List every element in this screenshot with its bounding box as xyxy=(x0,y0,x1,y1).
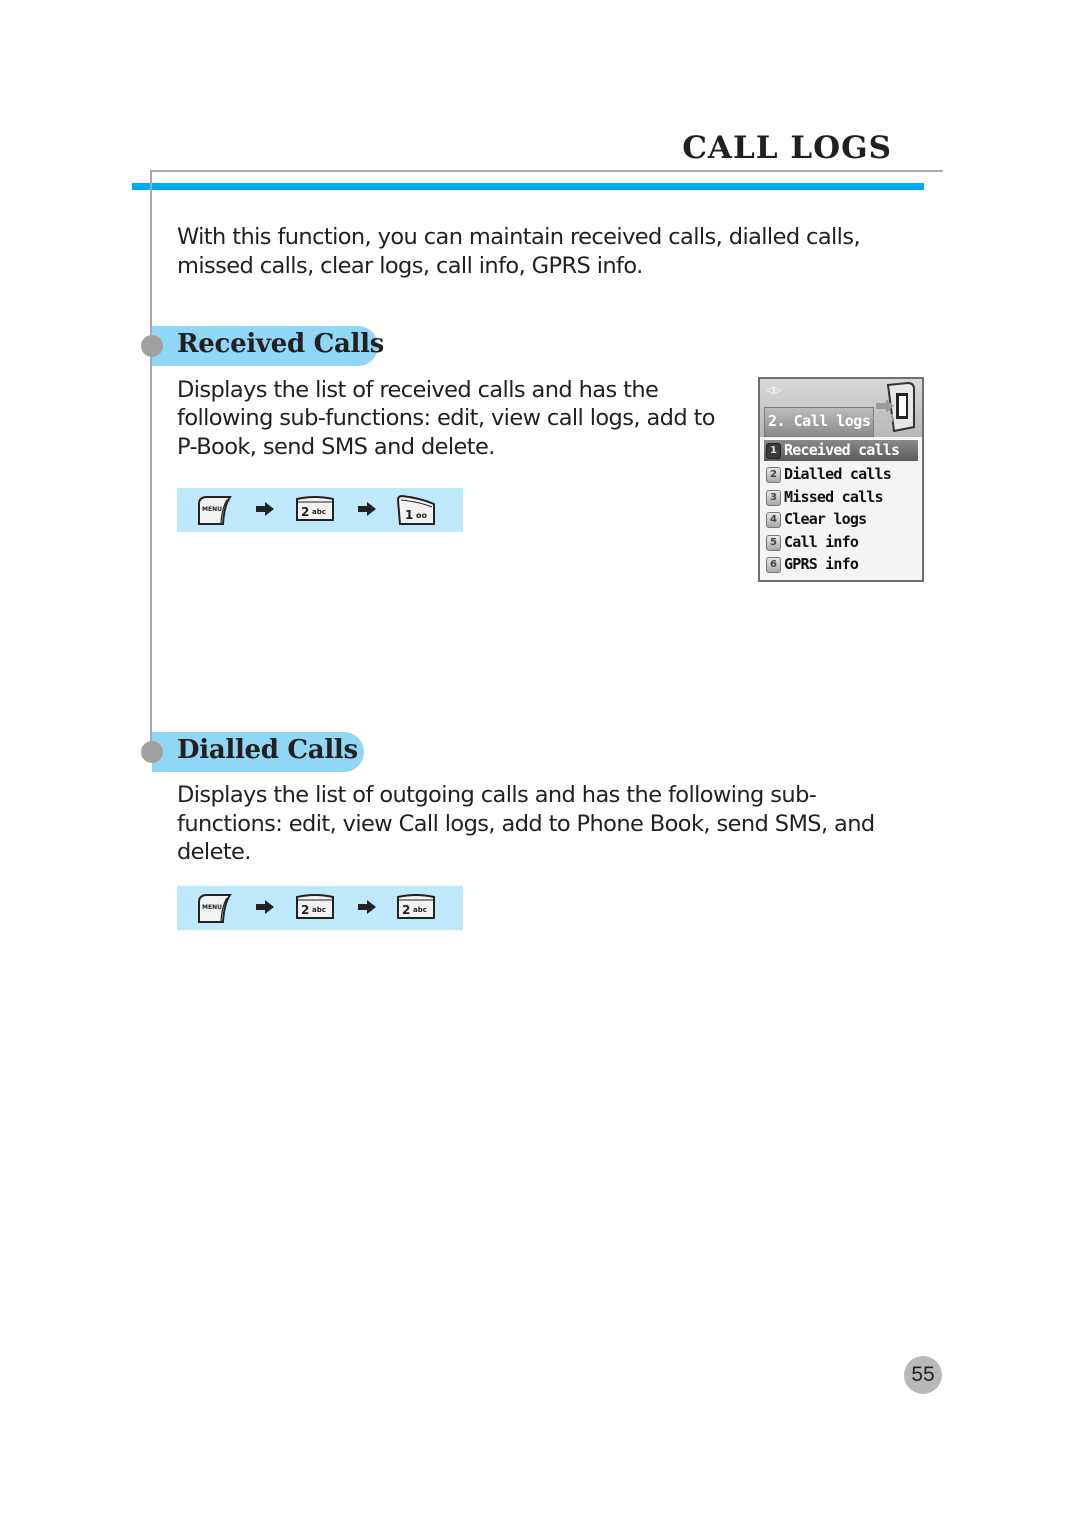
bullet-dot-icon xyxy=(141,741,163,763)
phone-menu-item-dialled-calls[interactable]: 2 Dialled calls xyxy=(764,464,918,485)
key-sequence-strip: MENU 2 abc 1 oo xyxy=(177,488,463,532)
svg-text:MENU: MENU xyxy=(202,904,222,911)
section-title: Dialled Calls xyxy=(177,735,358,765)
phone-menu-item-received-calls[interactable]: 1 Received calls xyxy=(764,439,918,461)
menu-key-icon: MENU xyxy=(198,894,232,923)
phone-menu-item-clear-logs[interactable]: 4 Clear logs xyxy=(764,509,918,530)
item-number-badge: 1 xyxy=(766,443,781,459)
key-2-icon: 2 abc xyxy=(397,894,435,919)
svg-text:oo: oo xyxy=(416,511,427,520)
margin-vertical-rule xyxy=(150,170,152,742)
arrow-right-icon xyxy=(358,900,376,914)
section-title: Received Calls xyxy=(177,329,385,359)
item-number-badge: 3 xyxy=(766,490,781,506)
nav-arrows-icon: ◁▷ xyxy=(766,385,782,396)
svg-text:2: 2 xyxy=(301,903,309,917)
item-label: GPRS info xyxy=(784,555,859,573)
key-1-icon: 1 oo xyxy=(396,494,435,525)
intro-line: With this function, you can maintain rec… xyxy=(177,224,861,250)
item-label: Dialled calls xyxy=(784,465,892,483)
arrow-right-icon xyxy=(256,900,274,914)
svg-text:abc: abc xyxy=(413,906,427,914)
phone-screen-call-logs-menu: ◁▷ 2. Call logs 1 Received calls 2 Diall… xyxy=(758,377,924,582)
item-number-badge: 4 xyxy=(766,512,781,528)
svg-text:1: 1 xyxy=(405,508,413,522)
bullet-dot-icon xyxy=(141,335,163,357)
menu-key-icon: MENU xyxy=(198,496,232,525)
section-text-line: functions: edit, view Call logs, add to … xyxy=(177,811,875,837)
phone-menu-item-call-info[interactable]: 5 Call info xyxy=(764,532,918,553)
phone-menu-item-missed-calls[interactable]: 3 Missed calls xyxy=(764,487,918,508)
page-title: CALL LOGS xyxy=(682,130,892,166)
key-sequence-strip: MENU 2 abc 2 abc xyxy=(177,886,463,930)
phone-screen-title: 2. Call logs xyxy=(768,412,871,430)
phone-menu-item-gprs-info[interactable]: 6 GPRS info xyxy=(764,554,918,575)
section-text-line: P-Book, send SMS and delete. xyxy=(177,434,495,460)
svg-text:2: 2 xyxy=(402,903,410,917)
item-label: Received calls xyxy=(784,441,900,459)
key-2-icon: 2 abc xyxy=(296,496,334,521)
section-text-line: delete. xyxy=(177,839,251,865)
key-2-icon: 2 abc xyxy=(296,894,334,919)
svg-text:2: 2 xyxy=(301,505,309,519)
item-number-badge: 5 xyxy=(766,535,781,551)
header-blue-rule xyxy=(132,183,924,190)
section-text-line: Displays the list of outgoing calls and … xyxy=(177,782,817,808)
svg-text:abc: abc xyxy=(312,906,326,914)
header-grey-rule xyxy=(150,170,943,172)
section-text-line: Displays the list of received calls and … xyxy=(177,377,659,403)
call-logs-phone-icon xyxy=(872,381,915,433)
item-label: Call info xyxy=(784,533,859,551)
arrow-right-icon xyxy=(256,502,274,516)
item-label: Missed calls xyxy=(784,488,884,506)
page-number-badge: 55 xyxy=(904,1356,942,1394)
item-number-badge: 6 xyxy=(766,557,781,573)
section-text-line: following sub-functions: edit, view call… xyxy=(177,405,716,431)
arrow-right-icon xyxy=(358,502,376,516)
intro-line: missed calls, clear logs, call info, GPR… xyxy=(177,253,643,279)
item-label: Clear logs xyxy=(784,510,867,528)
item-number-badge: 2 xyxy=(766,467,781,483)
svg-text:MENU: MENU xyxy=(202,506,222,513)
svg-text:abc: abc xyxy=(312,508,326,516)
